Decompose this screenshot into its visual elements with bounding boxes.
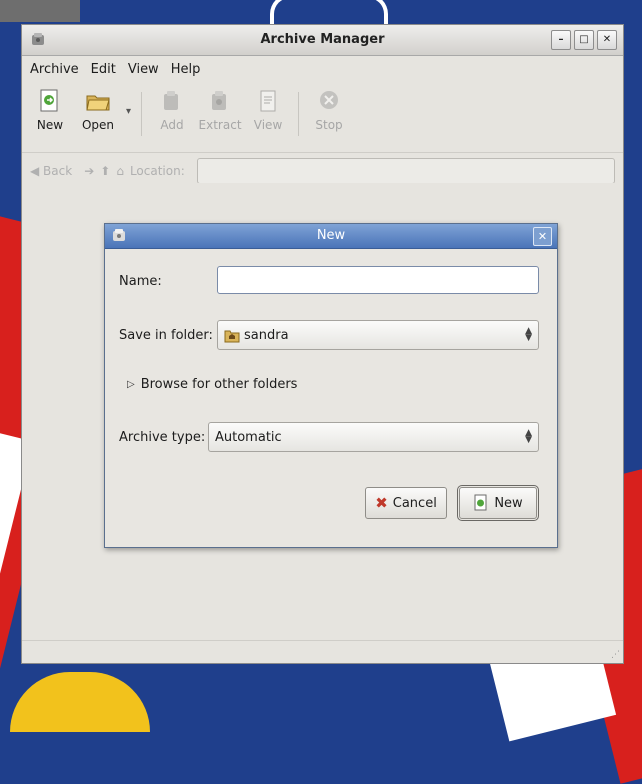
stop-icon xyxy=(320,91,339,109)
save-in-row: Save in folder: xyxy=(119,328,213,343)
expander-arrow-icon: ▷ xyxy=(127,379,135,390)
forward-arrow-icon[interactable]: ➔ xyxy=(84,164,94,178)
back-label: Back xyxy=(43,164,73,178)
back-button[interactable]: ◀ Back xyxy=(30,164,72,178)
statusbar: ⋰ xyxy=(22,640,623,663)
combo-spin-icon: ▲ ▼ xyxy=(525,428,532,445)
toolbar-new-label: New xyxy=(36,118,64,132)
dialog-close-button[interactable]: ✕ xyxy=(533,227,552,246)
minimize-button[interactable]: – xyxy=(551,30,571,50)
archive-type-row: Archive type: xyxy=(119,430,205,445)
desktop-logo-fragment xyxy=(270,0,388,26)
toolbar-stop-button[interactable]: Stop xyxy=(309,88,349,132)
dialog-title: New xyxy=(316,228,346,243)
home-folder-icon xyxy=(224,330,240,343)
view-file-icon xyxy=(260,90,276,112)
resize-grip-icon[interactable]: ⋰ xyxy=(611,650,620,660)
toolbar-extract-label: Extract xyxy=(198,118,242,132)
toolbar-add-label: Add xyxy=(160,118,184,132)
archive-type-value: Automatic xyxy=(215,429,282,445)
window-title: Archive Manager xyxy=(260,32,385,47)
menubar: Archive Edit View Help xyxy=(22,56,623,82)
new-archive-icon xyxy=(40,89,58,112)
toolbar-separator xyxy=(298,92,300,136)
window-titlebar[interactable]: Archive Manager – □ ✕ xyxy=(22,25,623,56)
cancel-button[interactable]: ✖ Cancel xyxy=(365,487,447,519)
menu-view[interactable]: View xyxy=(128,62,159,77)
desktop-panel-fragment xyxy=(0,0,80,22)
add-files-icon xyxy=(164,91,179,110)
dialog-titlebar[interactable]: New ✕ xyxy=(105,224,557,249)
toolbar-add-button[interactable]: Add xyxy=(152,88,192,132)
toolbar-view-button[interactable]: View xyxy=(248,88,288,132)
menu-archive[interactable]: Archive xyxy=(30,62,79,77)
save-in-folder-combo[interactable]: sandra ▲ ▼ xyxy=(217,320,539,350)
name-row: Name: xyxy=(119,274,162,289)
up-arrow-icon[interactable]: ⬆ xyxy=(100,164,110,178)
save-in-folder-value: sandra xyxy=(244,327,289,343)
toolbar-extract-button[interactable]: Extract xyxy=(198,88,242,132)
location-input[interactable] xyxy=(196,158,615,184)
desktop-wallpaper-yellow xyxy=(10,672,150,732)
browse-other-folders-expander[interactable]: ▷ Browse for other folders xyxy=(127,377,297,392)
name-label: Name: xyxy=(119,274,162,289)
new-archive-icon xyxy=(474,494,487,511)
toolbar-view-label: View xyxy=(253,118,283,132)
location-label: Location: xyxy=(129,164,185,178)
new-button[interactable]: New xyxy=(457,485,539,521)
toolbar-open-label: Open xyxy=(81,118,115,132)
new-label: New xyxy=(494,495,523,511)
name-input[interactable] xyxy=(217,266,539,294)
cancel-icon: ✖ xyxy=(375,494,388,512)
toolbar-open-button[interactable]: Open xyxy=(78,88,118,132)
toolbar: New Open ▾ Add Extract View Stop xyxy=(22,82,623,153)
extract-icon xyxy=(212,91,227,110)
toolbar-new-button[interactable]: New xyxy=(30,88,70,132)
browse-other-folders-label: Browse for other folders xyxy=(140,377,298,392)
archive-type-label: Archive type: xyxy=(119,430,206,445)
new-archive-dialog: New ✕ Name: Save in folder: sandra ▲ ▼ ▷ … xyxy=(104,223,558,548)
toolbar-stop-label: Stop xyxy=(315,118,343,132)
open-recent-dropdown-icon[interactable]: ▾ xyxy=(126,106,131,117)
combo-spin-icon: ▲ ▼ xyxy=(525,326,532,343)
cancel-label: Cancel xyxy=(392,495,437,511)
close-window-button[interactable]: ✕ xyxy=(597,30,617,50)
toolbar-separator xyxy=(141,92,143,136)
home-icon[interactable]: ⌂ xyxy=(116,164,124,178)
open-folder-icon xyxy=(86,95,110,111)
maximize-button[interactable]: □ xyxy=(574,30,594,50)
archive-type-combo[interactable]: Automatic ▲ ▼ xyxy=(208,422,539,452)
save-in-folder-label: Save in folder: xyxy=(119,328,213,343)
menu-edit[interactable]: Edit xyxy=(91,62,116,77)
menu-help[interactable]: Help xyxy=(171,62,201,77)
